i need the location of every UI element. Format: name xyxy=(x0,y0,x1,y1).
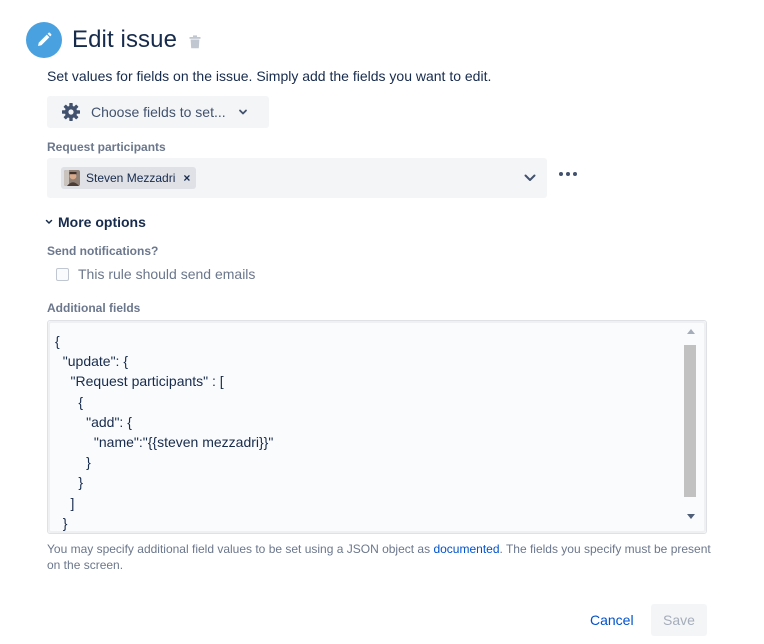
intro-text: Set values for fields on the issue. Simp… xyxy=(47,68,492,84)
chevron-down-icon[interactable] xyxy=(523,171,537,185)
additional-fields-textarea[interactable]: { "update": { "Request participants" : [… xyxy=(47,320,707,534)
documented-link[interactable]: documented xyxy=(433,542,499,556)
additional-fields-value[interactable]: { "update": { "Request participants" : [… xyxy=(55,331,273,533)
chevron-down-icon xyxy=(45,218,53,226)
request-participants-label: Request participants xyxy=(47,140,166,154)
choose-fields-label: Choose fields to set... xyxy=(91,104,226,120)
header: Edit issue xyxy=(26,22,201,58)
pencil-icon xyxy=(26,22,62,58)
more-actions-icon[interactable] xyxy=(557,170,579,178)
additional-fields-label: Additional fields xyxy=(47,301,141,315)
scrollbar[interactable] xyxy=(684,329,698,525)
cancel-button[interactable]: Cancel xyxy=(580,605,644,635)
participant-name: Steven Mezzadri xyxy=(86,171,176,185)
send-emails-option[interactable]: This rule should send emails xyxy=(56,266,255,282)
save-button[interactable]: Save xyxy=(651,604,707,636)
page-title: Edit issue xyxy=(72,26,178,53)
send-notifications-label: Send notifications? xyxy=(47,244,159,258)
chevron-down-icon xyxy=(238,107,248,117)
choose-fields-button[interactable]: Choose fields to set... xyxy=(47,96,269,128)
scroll-down-icon[interactable] xyxy=(687,514,695,519)
additional-fields-help: You may specify additional field values … xyxy=(47,542,711,572)
scrollbar-thumb[interactable] xyxy=(684,345,696,497)
more-options-label: More options xyxy=(58,214,146,230)
trash-icon[interactable] xyxy=(189,34,201,49)
participant-chip: Steven Mezzadri × xyxy=(61,167,197,189)
avatar xyxy=(64,170,80,186)
request-participants-select[interactable]: Steven Mezzadri × xyxy=(47,158,547,198)
remove-participant-button[interactable]: × xyxy=(183,171,190,185)
send-emails-label: This rule should send emails xyxy=(78,266,256,282)
more-options-toggle[interactable]: More options xyxy=(45,214,146,230)
send-emails-checkbox[interactable] xyxy=(56,267,69,281)
gear-icon xyxy=(61,102,81,122)
scroll-up-icon[interactable] xyxy=(687,329,695,334)
